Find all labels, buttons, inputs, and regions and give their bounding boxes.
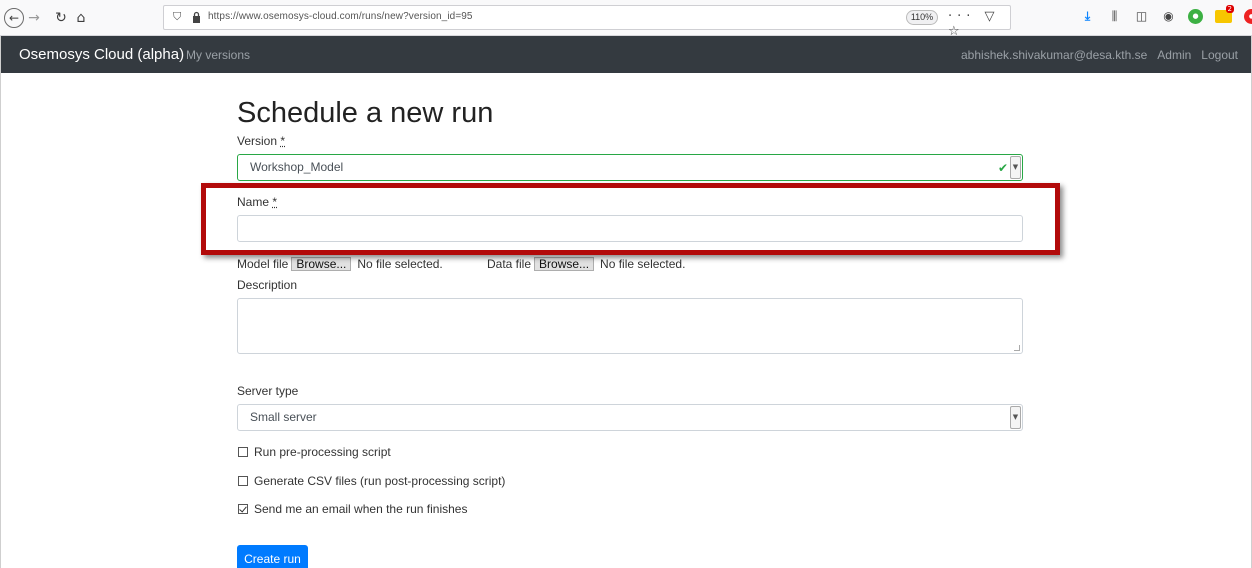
valid-check-icon: ✔ bbox=[997, 161, 1008, 175]
model-file-label: Model file bbox=[237, 257, 289, 271]
download-icon[interactable]: ⤓ bbox=[1080, 9, 1095, 24]
preprocess-option: Run pre-processing script bbox=[238, 445, 391, 459]
nav-user-email[interactable]: abhishek.shivakumar@desa.kth.se bbox=[961, 48, 1147, 62]
url-bar-actions: ··· ▽ ☆ bbox=[948, 9, 1010, 39]
version-label-text: Version bbox=[237, 134, 278, 148]
required-mark: * bbox=[272, 195, 278, 209]
browser-toolbar: ← → ↻ ⌂ ⛉ https://www.osemosys-cloud.com… bbox=[0, 0, 1252, 39]
toolbar-icons: ⤓ ⫼ ◫ ◉ ● 2 ● ☰ bbox=[1080, 5, 1252, 24]
data-file-field: Data file Browse... No file selected. bbox=[487, 257, 685, 271]
email-option: Send me an email when the run finishes bbox=[238, 502, 467, 516]
back-arrow-icon[interactable]: ← bbox=[4, 8, 24, 28]
navbar-user-links: abhishek.shivakumar@desa.kth.se Admin Lo… bbox=[961, 48, 1238, 62]
app-navbar: Osemosys Cloud (alpha) My versions abhis… bbox=[0, 36, 1252, 73]
description-label: Description bbox=[237, 278, 298, 292]
name-label-text: Name bbox=[237, 195, 270, 209]
forward-arrow-icon[interactable]: → bbox=[26, 8, 42, 28]
version-select-value: Workshop_Model bbox=[250, 160, 344, 174]
create-run-button[interactable]: Create run bbox=[237, 545, 308, 568]
lock-icon[interactable] bbox=[192, 11, 201, 24]
reload-icon[interactable]: ↻ bbox=[52, 8, 70, 28]
preprocess-checkbox-label[interactable]: Run pre-processing script bbox=[254, 445, 391, 459]
stop-extension-icon[interactable]: ● bbox=[1244, 9, 1252, 24]
model-file-field: Model file Browse... No file selected. bbox=[237, 257, 443, 271]
name-label: Name * bbox=[237, 195, 277, 209]
library-icon[interactable]: ⫼ bbox=[1107, 9, 1122, 24]
home-icon[interactable]: ⌂ bbox=[72, 8, 90, 28]
email-checkbox[interactable] bbox=[238, 504, 248, 514]
description-textarea[interactable] bbox=[237, 298, 1023, 354]
page-actions-icon[interactable]: ··· bbox=[948, 9, 975, 24]
version-select[interactable]: Workshop_Model ✔ ▼ bbox=[237, 154, 1023, 181]
nav-link-logout[interactable]: Logout bbox=[1201, 48, 1238, 62]
name-input[interactable] bbox=[237, 215, 1023, 242]
extension-icon[interactable]: ◉ bbox=[1161, 9, 1176, 24]
server-type-select-value: Small server bbox=[250, 410, 317, 424]
chevron-down-icon[interactable]: ▼ bbox=[1010, 156, 1021, 179]
extension-green-icon[interactable]: ● bbox=[1188, 9, 1203, 24]
model-file-browse-button[interactable]: Browse... bbox=[291, 257, 352, 271]
csv-checkbox[interactable] bbox=[238, 476, 248, 486]
server-type-select[interactable]: Small server ▼ bbox=[237, 404, 1023, 431]
server-type-label: Server type bbox=[237, 384, 299, 398]
chevron-down-icon[interactable]: ▼ bbox=[1010, 406, 1021, 429]
shield-icon[interactable]: ⛉ bbox=[173, 10, 181, 24]
resize-grip-icon[interactable] bbox=[1014, 345, 1020, 351]
email-checkbox-label[interactable]: Send me an email when the run finishes bbox=[254, 502, 467, 516]
folder-badge: 2 bbox=[1225, 5, 1234, 13]
brand-link[interactable]: Osemosys Cloud (alpha) bbox=[19, 46, 184, 63]
data-file-label: Data file bbox=[487, 257, 532, 271]
nav-link-my-versions[interactable]: My versions bbox=[186, 48, 250, 62]
folder-extension-icon[interactable]: 2 bbox=[1215, 5, 1234, 23]
pocket-icon[interactable]: ▽ bbox=[985, 9, 1000, 24]
zoom-level-badge[interactable]: 110% bbox=[906, 10, 938, 25]
sidebar-icon[interactable]: ◫ bbox=[1134, 9, 1149, 24]
page-title: Schedule a new run bbox=[237, 97, 494, 129]
data-file-status: No file selected. bbox=[600, 257, 686, 271]
csv-option: Generate CSV files (run post-processing … bbox=[238, 474, 505, 488]
model-file-status: No file selected. bbox=[357, 257, 443, 271]
version-label: Version * bbox=[237, 134, 285, 148]
csv-checkbox-label[interactable]: Generate CSV files (run post-processing … bbox=[254, 474, 505, 488]
url-text[interactable]: https://www.osemosys-cloud.com/runs/new?… bbox=[208, 11, 473, 22]
url-bar[interactable]: ⛉ https://www.osemosys-cloud.com/runs/ne… bbox=[163, 5, 1011, 39]
required-mark: * bbox=[280, 134, 286, 148]
data-file-browse-button[interactable]: Browse... bbox=[534, 257, 595, 271]
preprocess-checkbox[interactable] bbox=[238, 447, 248, 457]
page-left-border bbox=[0, 36, 1, 568]
nav-link-admin[interactable]: Admin bbox=[1157, 48, 1191, 62]
